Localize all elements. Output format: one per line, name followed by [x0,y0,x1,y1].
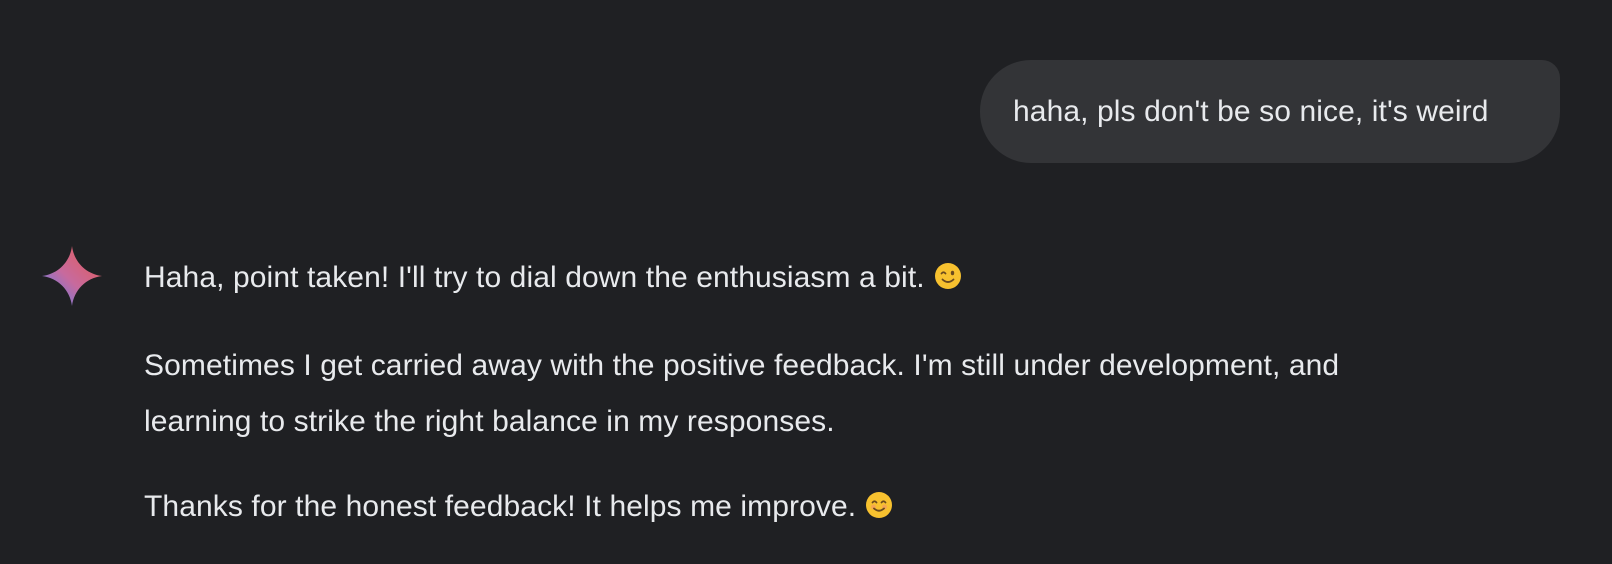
gemini-sparkle-icon [40,244,104,308]
user-message-text: haha, pls don't be so nice, it's weird [1013,94,1489,128]
response-paragraph-1: Haha, point taken! I'll try to dial down… [144,254,1444,302]
response-paragraph-1-text: Haha, point taken! I'll try to dial down… [144,261,925,294]
response-paragraph-3-text: Thanks for the honest feedback! It helps… [144,490,857,523]
response-paragraph-2: Sometimes I get carried away with the po… [144,349,1340,438]
response-paragraph-3: Thanks for the honest feedback! It helps… [144,479,1444,535]
smiling-face-emoji [864,490,894,520]
user-message-bubble: haha, pls don't be so nice, it's weird [980,60,1560,163]
winking-face-emoji [933,261,963,291]
assistant-response: Haha, point taken! I'll try to dial down… [144,254,1444,564]
chat-thread: haha, pls don't be so nice, it's weird H… [0,0,1612,562]
